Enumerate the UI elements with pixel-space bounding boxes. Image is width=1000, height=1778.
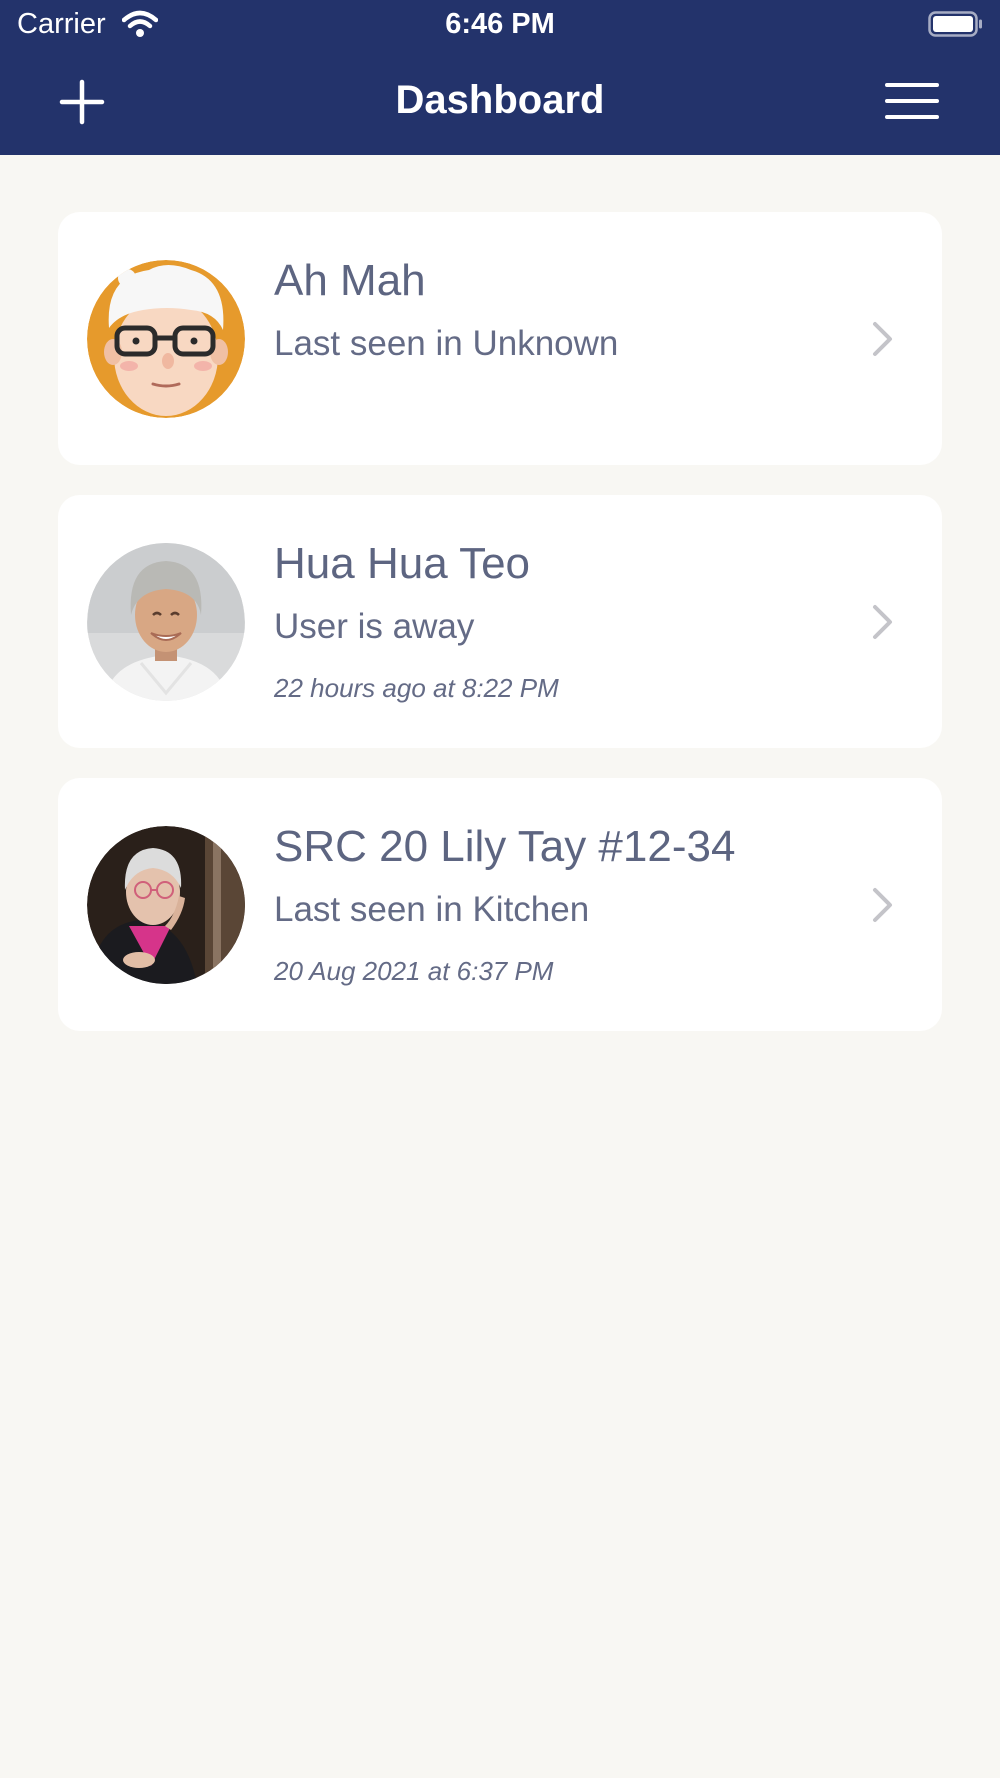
user-name: Ah Mah [274,256,426,305]
last-seen-timestamp: 20 Aug 2021 at 6:37 PM [274,956,554,986]
user-status: Last seen in Unknown [274,324,619,363]
elderly-woman-photo [87,826,245,984]
chevron-right-icon [873,322,892,356]
last-seen-timestamp: 22 hours ago at 8:22 PM [274,673,559,703]
chevron-right-icon [873,888,892,922]
cartoon-grandma-avatar [87,260,245,418]
navigation-header: Carrier 6:46 PM Dashboard [0,0,1000,155]
user-status: User is away [274,607,475,646]
user-card-hua-hua-teo[interactable]: Hua Hua Teo User is away 22 hours ago at… [58,495,942,748]
user-name: SRC 20 Lily Tay #12-34 [274,822,736,871]
chevron-right-icon [873,605,892,639]
user-card-ah-mah[interactable]: Ah Mah Last seen in Unknown [58,212,942,465]
hamburger-menu-icon[interactable] [885,80,939,122]
status-bar: Carrier 6:46 PM [0,0,1000,52]
user-name: Hua Hua Teo [274,539,531,588]
user-status: Last seen in Kitchen [274,890,590,929]
status-time: 6:46 PM [445,8,555,40]
elderly-woman-photo [87,543,245,701]
page-title: Dashboard [395,78,605,122]
battery-icon [928,11,982,37]
user-card-lily-tay[interactable]: SRC 20 Lily Tay #12-34 Last seen in Kitc… [58,778,942,1031]
